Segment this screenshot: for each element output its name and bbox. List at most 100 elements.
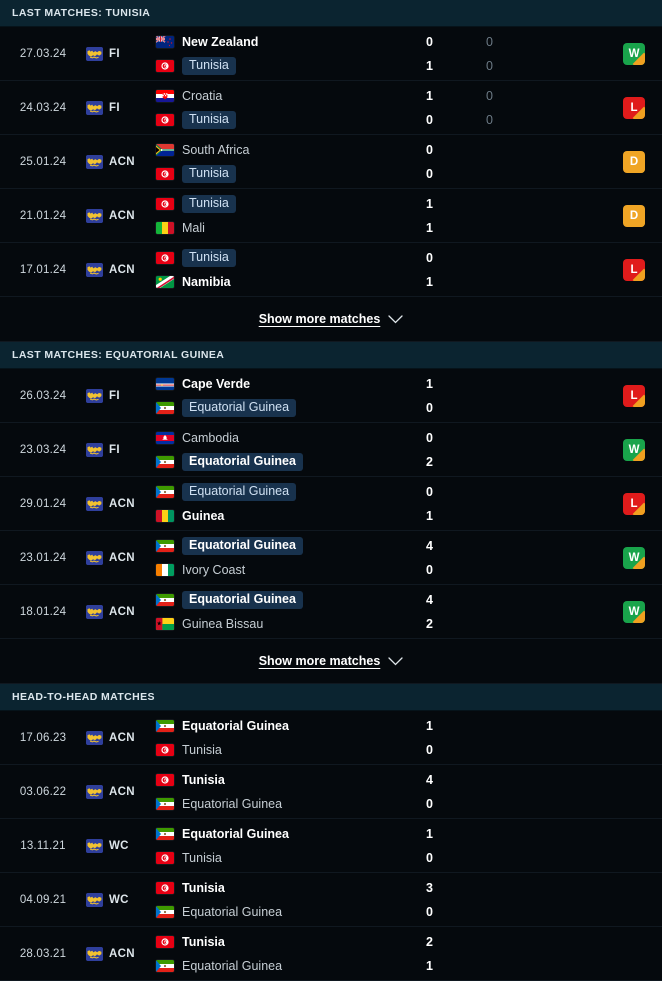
- match-row[interactable]: 17.06.23 ACN Equatorial Guinea Tunisia 1 0: [0, 711, 662, 765]
- match-row[interactable]: 13.11.21 WC Equatorial Guinea Tunisia 1 0: [0, 819, 662, 873]
- team-name[interactable]: Equatorial Guinea: [182, 905, 282, 919]
- competition-label: ACN: [109, 731, 135, 744]
- team-line-away[interactable]: Tunisia: [156, 56, 426, 75]
- competition-cell[interactable]: ACN: [86, 243, 156, 296]
- match-row[interactable]: 21.01.24 ACN Tunisia Mali 1 1 D: [0, 189, 662, 243]
- competition-cell[interactable]: ACN: [86, 765, 156, 818]
- match-row[interactable]: 18.01.24 ACN Equatorial Guinea Guinea Bissa…: [0, 585, 662, 639]
- team-name[interactable]: Equatorial Guinea: [182, 959, 282, 973]
- team-name[interactable]: Tunisia: [182, 110, 236, 129]
- competition-cell[interactable]: ACN: [86, 927, 156, 980]
- team-name[interactable]: Ivory Coast: [182, 563, 245, 577]
- team-line-away[interactable]: Equatorial Guinea: [156, 398, 426, 417]
- team-line-away[interactable]: Tunisia: [156, 741, 426, 758]
- team-name[interactable]: Equatorial Guinea: [182, 482, 297, 501]
- flag-icon-tunisia: [156, 197, 174, 210]
- competition-cell[interactable]: ACN: [86, 189, 156, 242]
- competition-cell[interactable]: ACN: [86, 477, 156, 530]
- match-row[interactable]: 27.03.24 FI New Zealand Tunisia 0 1 0 0 W: [0, 27, 662, 81]
- competition-cell[interactable]: FI: [86, 27, 156, 80]
- team-name[interactable]: Equatorial Guinea: [182, 719, 289, 733]
- team-name[interactable]: Cape Verde: [182, 377, 250, 391]
- competition-cell[interactable]: ACN: [86, 585, 156, 638]
- team-line-away[interactable]: Equatorial Guinea: [156, 452, 426, 471]
- team-name[interactable]: Equatorial Guinea: [182, 827, 289, 841]
- match-row[interactable]: 26.03.24 FI Cape Verde Equatorial Guinea 1 0 L: [0, 369, 662, 423]
- team-line-away[interactable]: Equatorial Guinea: [156, 795, 426, 812]
- team-name[interactable]: Guinea Bissau: [182, 617, 263, 631]
- team-name[interactable]: Tunisia: [182, 164, 236, 183]
- team-line-home[interactable]: Tunisia: [156, 194, 426, 213]
- team-line-home[interactable]: Cape Verde: [156, 375, 426, 392]
- team-line-away[interactable]: Guinea: [156, 507, 426, 524]
- team-line-home[interactable]: Tunisia: [156, 771, 426, 788]
- team-line-home[interactable]: Equatorial Guinea: [156, 482, 426, 501]
- competition-cell[interactable]: WC: [86, 873, 156, 926]
- team-name[interactable]: Equatorial Guinea: [182, 398, 297, 417]
- match-row[interactable]: 25.01.24 ACN South Africa Tunisia 0 0 D: [0, 135, 662, 189]
- competition-cell[interactable]: FI: [86, 81, 156, 134]
- competition-cell[interactable]: ACN: [86, 135, 156, 188]
- competition-cell[interactable]: FI: [86, 423, 156, 476]
- team-line-away[interactable]: Equatorial Guinea: [156, 903, 426, 920]
- show-more-matches-button[interactable]: Show more matches: [0, 639, 662, 684]
- show-more-matches-button[interactable]: Show more matches: [0, 297, 662, 342]
- secondary-score-cell: [486, 477, 606, 530]
- team-line-away[interactable]: Namibia: [156, 273, 426, 290]
- team-line-away[interactable]: Ivory Coast: [156, 561, 426, 578]
- team-line-home[interactable]: Equatorial Guinea: [156, 536, 426, 555]
- team-line-away[interactable]: Tunisia: [156, 164, 426, 183]
- team-name[interactable]: Cambodia: [182, 431, 239, 445]
- match-row[interactable]: 23.03.24 FI Cambodia Equatorial Guinea 0 2 W: [0, 423, 662, 477]
- team-line-home[interactable]: Tunisia: [156, 879, 426, 896]
- score-cell: 21: [426, 927, 486, 980]
- team-name[interactable]: Equatorial Guinea: [182, 536, 303, 555]
- competition-cell[interactable]: ACN: [86, 531, 156, 584]
- team-name[interactable]: Equatorial Guinea: [182, 797, 282, 811]
- team-name[interactable]: Tunisia: [182, 851, 222, 865]
- home-score: 0: [426, 34, 433, 49]
- match-row[interactable]: 24.03.24 FI Croatia Tunisia 1 0 0 0 L: [0, 81, 662, 135]
- team-name[interactable]: Guinea: [182, 509, 224, 523]
- team-name[interactable]: Tunisia: [182, 935, 225, 949]
- competition-label: FI: [109, 101, 120, 114]
- team-name[interactable]: Tunisia: [182, 881, 225, 895]
- team-name[interactable]: Equatorial Guinea: [182, 452, 303, 471]
- match-row[interactable]: 23.01.24 ACN Equatorial Guinea Ivory Coast 4…: [0, 531, 662, 585]
- team-line-away[interactable]: Tunisia: [156, 110, 426, 129]
- home-score: 0: [426, 250, 433, 265]
- team-line-home[interactable]: Equatorial Guinea: [156, 590, 426, 609]
- competition-cell[interactable]: FI: [86, 369, 156, 422]
- competition-cell[interactable]: WC: [86, 819, 156, 872]
- match-row[interactable]: 04.09.21 WC Tunisia Equatorial Guinea 3 0: [0, 873, 662, 927]
- team-name[interactable]: Equatorial Guinea: [182, 590, 303, 609]
- away-score: 0: [426, 562, 433, 577]
- team-line-home[interactable]: South Africa: [156, 141, 426, 158]
- match-row[interactable]: 17.01.24 ACN Tunisia Namibia 0 1 L: [0, 243, 662, 297]
- team-line-home[interactable]: New Zealand: [156, 33, 426, 50]
- team-name[interactable]: South Africa: [182, 143, 249, 157]
- team-line-home[interactable]: Equatorial Guinea: [156, 825, 426, 842]
- match-row[interactable]: 03.06.22 ACN Tunisia Equatorial Guinea 4 0: [0, 765, 662, 819]
- team-name[interactable]: New Zealand: [182, 35, 258, 49]
- team-name[interactable]: Tunisia: [182, 248, 236, 267]
- team-name[interactable]: Tunisia: [182, 194, 236, 213]
- team-line-home[interactable]: Cambodia: [156, 429, 426, 446]
- team-line-home[interactable]: Tunisia: [156, 933, 426, 950]
- team-line-away[interactable]: Equatorial Guinea: [156, 957, 426, 974]
- team-name[interactable]: Tunisia: [182, 56, 236, 75]
- team-line-home[interactable]: Tunisia: [156, 248, 426, 267]
- team-name[interactable]: Tunisia: [182, 743, 222, 757]
- team-line-home[interactable]: Equatorial Guinea: [156, 717, 426, 734]
- team-name[interactable]: Namibia: [182, 275, 231, 289]
- match-row[interactable]: 29.01.24 ACN Equatorial Guinea Guinea 0 1 L: [0, 477, 662, 531]
- team-line-away[interactable]: Tunisia: [156, 849, 426, 866]
- team-name[interactable]: Mali: [182, 221, 205, 235]
- team-name[interactable]: Croatia: [182, 89, 222, 103]
- match-row[interactable]: 28.03.21 ACN Tunisia Equatorial Guinea 2 1: [0, 927, 662, 981]
- team-line-away[interactable]: Guinea Bissau: [156, 615, 426, 632]
- competition-cell[interactable]: ACN: [86, 711, 156, 764]
- team-line-home[interactable]: Croatia: [156, 87, 426, 104]
- team-line-away[interactable]: Mali: [156, 219, 426, 236]
- team-name[interactable]: Tunisia: [182, 773, 225, 787]
